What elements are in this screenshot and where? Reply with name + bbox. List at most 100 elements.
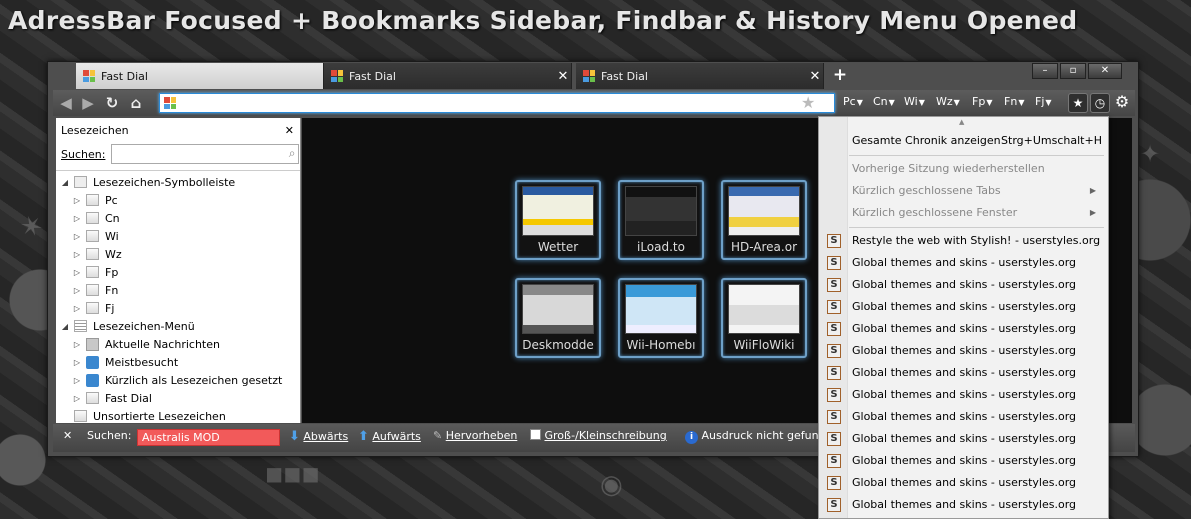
tree-node-most-visited[interactable]: ▷ Meistbesucht <box>56 353 300 371</box>
bookmarks-menu-icon[interactable]: ★ <box>1068 93 1088 113</box>
settings-gear-icon[interactable]: ⚙ <box>1112 93 1132 113</box>
scroll-up-arrow-icon[interactable]: ▲ <box>959 118 964 126</box>
history-entry-label: Restyle the web with Stylish! - userstyl… <box>852 234 1101 247</box>
tree-node-fp[interactable]: ▷ Fp <box>56 263 300 281</box>
tree-node-menu[interactable]: ◢ Lesezeichen-Menü <box>56 317 300 335</box>
speed-dial-tile[interactable]: WiiFloWiki <box>721 278 807 358</box>
menu-item-recently-closed-tabs[interactable]: Kürzlich geschlossene Tabs ▶ <box>852 180 1102 202</box>
tree-node-cn[interactable]: ▷ Cn <box>56 209 300 227</box>
sidebar-search-input[interactable]: ⌕ <box>111 144 300 164</box>
tab-fast-dial-2[interactable]: Fast Dial ✕ <box>324 63 572 89</box>
history-entry[interactable]: Global themes and skins - userstyles.org <box>852 296 1102 318</box>
bookmark-folder-label: Cn <box>873 95 888 108</box>
home-button[interactable]: ⌂ <box>125 92 147 114</box>
tree-node-wz[interactable]: ▷ Wz <box>56 245 300 263</box>
dropdown-arrow-icon: ▼ <box>953 98 960 107</box>
close-window-button[interactable]: ✕ <box>1088 63 1122 79</box>
tree-node-news[interactable]: ▷ Aktuelle Nachrichten <box>56 335 300 353</box>
tree-node-fj[interactable]: ▷ Fj <box>56 299 300 317</box>
history-entry[interactable]: Global themes and skins - userstyles.org <box>852 472 1102 494</box>
tree-node-symbolleiste[interactable]: ◢ Lesezeichen-Symbolleiste <box>56 173 300 191</box>
forward-button[interactable]: ▶ <box>77 92 99 114</box>
tree-node-label: Wz <box>105 247 122 261</box>
bookmark-folder-wi[interactable]: Wi▼ <box>904 95 925 108</box>
tree-node-fast-dial[interactable]: ▷ Fast Dial <box>56 389 300 407</box>
history-entry[interactable]: Global themes and skins - userstyles.org <box>852 428 1102 450</box>
tab-fast-dial-3[interactable]: Fast Dial ✕ <box>576 63 824 89</box>
tree-node-fn[interactable]: ▷ Fn <box>56 281 300 299</box>
stylish-favicon-icon: S <box>827 454 841 468</box>
stylish-favicon-icon: S <box>827 498 841 512</box>
fast-dial-favicon-icon <box>331 70 343 82</box>
arrow-up-icon: ⬆ <box>358 429 369 444</box>
find-next-label: Abwärts <box>303 430 349 443</box>
menu-item-recently-closed-windows[interactable]: Kürzlich geschlossene Fenster ▶ <box>852 202 1102 224</box>
highlight-all-button[interactable]: ✎ Hervorheben <box>433 429 517 442</box>
history-entry[interactable]: Global themes and skins - userstyles.org <box>852 450 1102 472</box>
tab-close-icon[interactable]: ✕ <box>555 69 571 84</box>
speed-dial-tile[interactable]: Wii-Homebı <box>618 278 704 358</box>
tab-fast-dial-1[interactable]: Fast Dial <box>76 63 324 89</box>
bookmark-folder-label: Wi <box>904 95 918 108</box>
stylish-favicon-icon: S <box>827 278 841 292</box>
tree-node-recent-bookmarks[interactable]: ▷ Kürzlich als Lesezeichen gesetzt <box>56 371 300 389</box>
history-entry[interactable]: Restyle the web with Stylish! - userstyl… <box>852 230 1102 252</box>
folder-icon <box>86 230 99 242</box>
history-entry[interactable]: Global themes and skins - userstyles.org <box>852 384 1102 406</box>
new-tab-button[interactable]: + <box>830 65 850 87</box>
history-entry[interactable]: Global themes and skins - userstyles.org <box>852 252 1102 274</box>
history-clock-icon[interactable]: ◷ <box>1090 93 1110 113</box>
tree-node-unsorted[interactable]: Unsortierte Lesezeichen <box>56 407 300 425</box>
history-entry[interactable]: Global themes and skins - userstyles.org <box>852 494 1102 516</box>
sidebar-close-icon[interactable]: ✕ <box>285 124 294 137</box>
history-entry[interactable]: Global themes and skins - userstyles.org <box>852 274 1102 296</box>
dropdown-arrow-icon: ▼ <box>1045 98 1052 107</box>
expand-triangle-icon: ▷ <box>73 267 81 277</box>
history-entry[interactable]: Global themes and skins - userstyles.org <box>852 362 1102 384</box>
history-entry[interactable]: Global themes and skins - userstyles.org <box>852 318 1102 340</box>
bookmark-folder-fp[interactable]: Fp▼ <box>972 95 992 108</box>
reload-button[interactable]: ↻ <box>101 92 123 114</box>
speed-dial-tile[interactable]: Deskmodde <box>515 278 601 358</box>
bookmark-folder-fj[interactable]: Fj▼ <box>1035 95 1052 108</box>
folder-icon <box>74 410 87 422</box>
tile-label: Wetter <box>537 240 579 254</box>
bookmark-star-icon[interactable]: ★ <box>801 93 815 112</box>
address-bar[interactable] <box>159 93 835 113</box>
tree-node-pc[interactable]: ▷ Pc <box>56 191 300 209</box>
speed-dial-tile[interactable]: Wetter <box>515 180 601 260</box>
expand-triangle-icon: ▷ <box>73 303 81 313</box>
tree-node-wi[interactable]: ▷ Wi <box>56 227 300 245</box>
speed-dial-tile[interactable]: iLoad.to <box>618 180 704 260</box>
find-input[interactable] <box>137 429 280 446</box>
find-next-button[interactable]: ⬇ Abwärts <box>289 429 348 444</box>
bookmark-folder-label: Fp <box>972 95 986 108</box>
sticker-graphic: ◼◼◼ <box>265 462 320 487</box>
menu-item-label: Kürzlich geschlossene Fenster <box>852 206 1018 219</box>
minimize-button[interactable]: – <box>1032 63 1058 79</box>
info-icon: i <box>685 431 698 444</box>
bookmark-folder-wz[interactable]: Wz▼ <box>936 95 960 108</box>
find-status: i Ausdruck nicht gefun <box>685 429 819 444</box>
match-case-checkbox[interactable]: Groß-/Kleinschreibung <box>530 429 667 442</box>
history-entry[interactable]: Global themes and skins - userstyles.org <box>852 406 1102 428</box>
menu-item-shortcut: Strg+Umschalt+H <box>1001 134 1102 147</box>
bookmark-folder-fn[interactable]: Fn▼ <box>1004 95 1024 108</box>
bookmark-folder-pc[interactable]: Pc▼ <box>843 95 863 108</box>
tab-close-icon[interactable]: ✕ <box>807 69 823 84</box>
speed-dial-tile[interactable]: HD-Area.or <box>721 180 807 260</box>
tab-label: Fast Dial <box>349 69 396 83</box>
menu-separator <box>849 227 1104 228</box>
back-button[interactable]: ◀ <box>55 92 77 114</box>
find-previous-button[interactable]: ⬆ Aufwärts <box>358 429 421 444</box>
menu-item-show-all-history[interactable]: Gesamte Chronik anzeigen Strg+Umschalt+H <box>852 130 1102 152</box>
sticker-graphic: ◉ <box>600 470 623 500</box>
sidebar-search-label: Suchen: <box>61 147 106 161</box>
findbar-close-icon[interactable]: ✕ <box>63 429 72 442</box>
url-input[interactable] <box>180 95 834 111</box>
maximize-button[interactable]: ▫ <box>1060 63 1086 79</box>
bookmark-folder-cn[interactable]: Cn▼ <box>873 95 895 108</box>
history-entry[interactable]: Global themes and skins - userstyles.org <box>852 340 1102 362</box>
menu-item-restore-session[interactable]: Vorherige Sitzung wiederherstellen <box>852 158 1102 180</box>
history-entry-label: Global themes and skins - userstyles.org <box>852 256 1077 269</box>
